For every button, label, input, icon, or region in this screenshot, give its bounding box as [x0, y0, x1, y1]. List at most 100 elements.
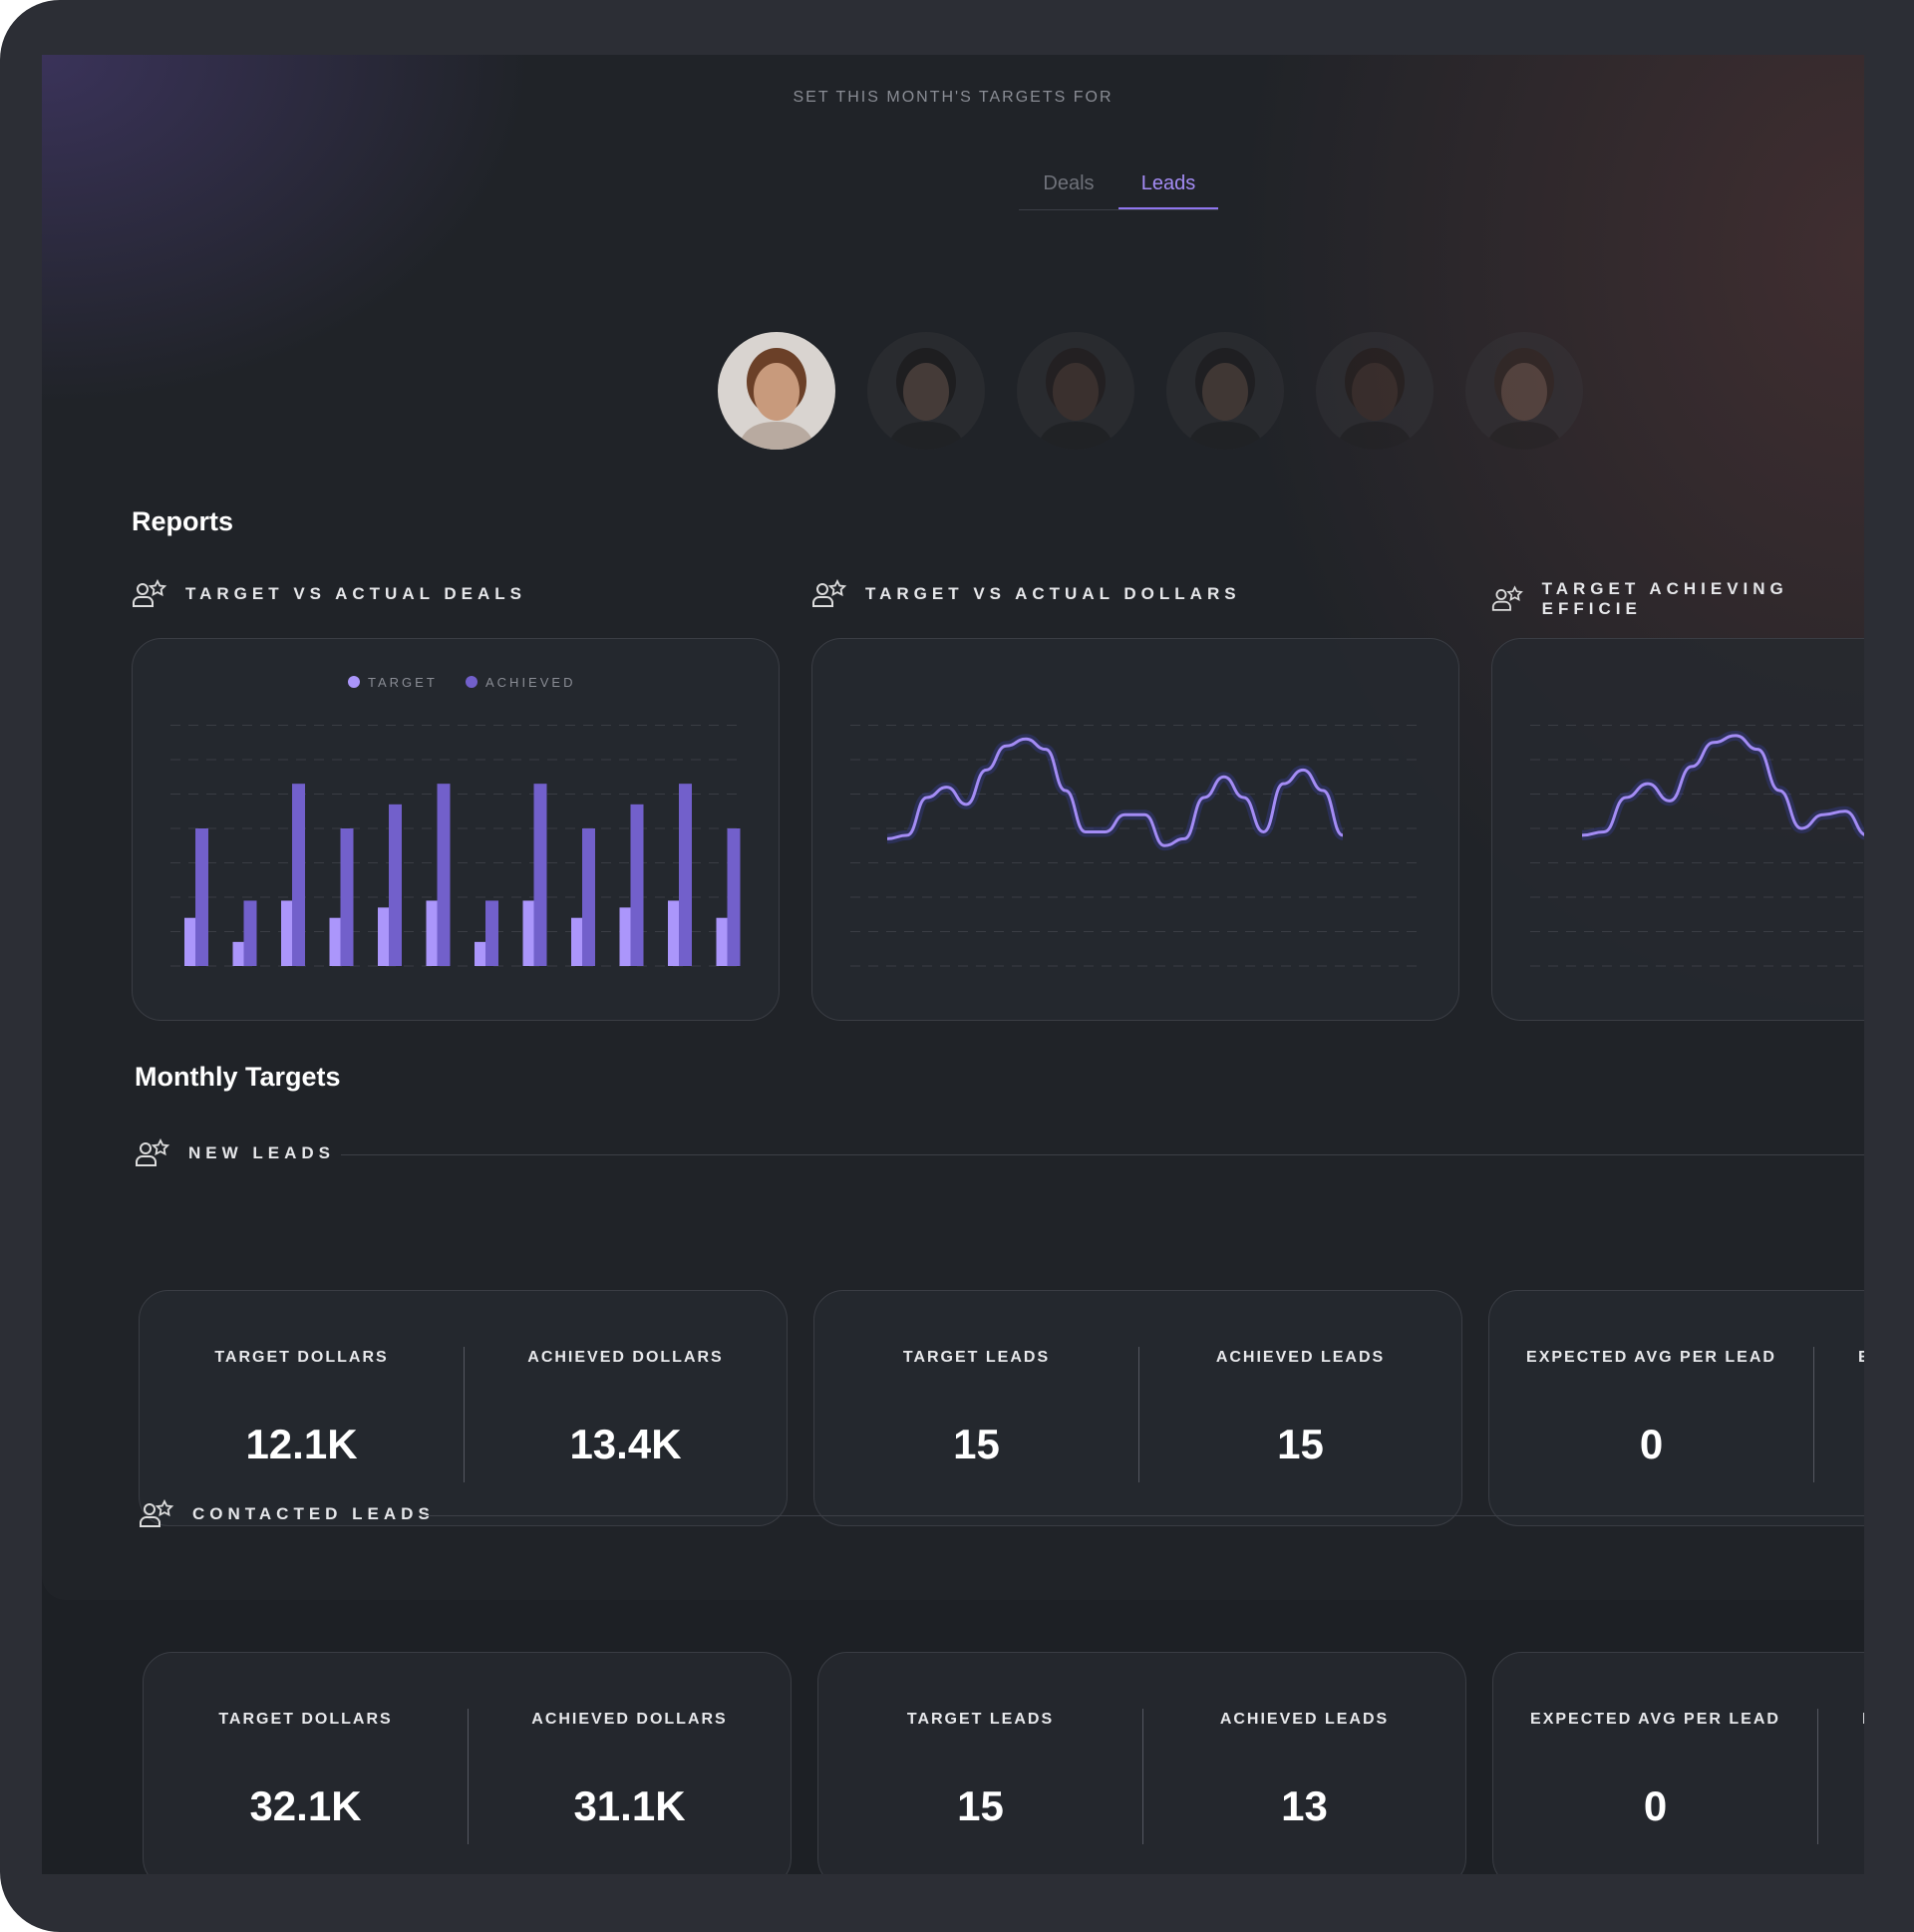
stat-value: 15 — [957, 1782, 1004, 1829]
stat-label: E — [1813, 1349, 1864, 1367]
device-frame: SET THIS MONTH'S TARGETS FOR Deals Leads… — [0, 0, 1914, 1932]
avatar-image — [1017, 332, 1134, 450]
targets-overline: SET THIS MONTH'S TARGETS FOR — [793, 89, 1114, 106]
group-header: NEW LEADS — [135, 1138, 335, 1168]
avatar-image — [867, 332, 985, 450]
legend-label: ACHIEVED — [485, 675, 575, 690]
app-screen: SET THIS MONTH'S TARGETS FOR Deals Leads… — [42, 55, 1864, 1874]
user-star-icon — [133, 579, 167, 607]
dollars-chart-card — [811, 638, 1459, 1021]
bar-achieved — [340, 828, 354, 966]
stat: EXPECTED AVG PER LEAD 0 — [1489, 1291, 1813, 1525]
avatar-team-member-4[interactable] — [1166, 332, 1284, 450]
stat-value: 15 — [1277, 1421, 1324, 1467]
deals-chart-card: TARGET ACHIEVED — [132, 638, 780, 1021]
avatar-image — [1465, 332, 1583, 450]
stat-label: TARGET DOLLARS — [214, 1349, 389, 1366]
stat-card: EXPECTED AVG PER LEAD 0 E — [1488, 1290, 1864, 1526]
stat: ACHIEVED DOLLARS 31.1K — [468, 1653, 792, 1874]
legend-swatch — [348, 676, 360, 688]
avatar-image — [718, 332, 835, 450]
bar-target — [668, 900, 679, 966]
stat-card: TARGET LEADS 15 ACHIEVED LEADS 15 — [813, 1290, 1462, 1526]
stat: TARGET LEADS 15 — [818, 1653, 1142, 1874]
group-header: CONTACTED LEADS — [139, 1499, 435, 1529]
stat-label: TARGET LEADS — [906, 1711, 1055, 1728]
stat-card: TARGET DOLLARS 12.1K ACHIEVED DOLLARS 13.4K — [139, 1290, 788, 1526]
bar-achieved — [292, 784, 305, 966]
user-star-icon — [140, 1499, 174, 1527]
divider — [341, 1154, 1864, 1155]
stat-card: TARGET LEADS 15 ACHIEVED LEADS 13 — [817, 1652, 1466, 1874]
avatar-team-member-2[interactable] — [867, 332, 985, 450]
stat-value: 31.1K — [573, 1782, 686, 1829]
stat-label: ACHIEVED DOLLARS — [527, 1349, 724, 1366]
stat-label: E — [1817, 1711, 1864, 1729]
bar-target — [281, 900, 292, 966]
stat-label: ACHIEVED DOLLARS — [531, 1711, 728, 1728]
bar-target — [232, 941, 244, 966]
stat-label: ACHIEVED LEADS — [1215, 1349, 1386, 1366]
stat-divider — [1813, 1347, 1814, 1482]
reports-title: Reports — [132, 506, 234, 536]
stat-value: 13.4K — [569, 1421, 682, 1467]
stat: ACHIEVED LEADS 15 — [1138, 1291, 1462, 1525]
bar-target — [475, 941, 485, 966]
bar-target — [716, 917, 728, 966]
stat-value: 15 — [953, 1421, 1000, 1467]
avatar-team-member-5[interactable] — [1316, 332, 1434, 450]
legend-label: TARGET — [368, 675, 438, 690]
stat-label: TARGET DOLLARS — [218, 1711, 393, 1728]
bar-target — [184, 917, 195, 966]
avatar-image — [1166, 332, 1284, 450]
bar-achieved — [727, 828, 741, 966]
bar-achieved — [533, 784, 547, 966]
stat-value: 0 — [1639, 1421, 1664, 1467]
avatar-team-member-6[interactable] — [1465, 332, 1583, 450]
stat: TARGET DOLLARS 12.1K — [140, 1291, 464, 1525]
legend-swatch — [466, 676, 478, 688]
target-type-tabs: Deals Leads — [1019, 155, 1218, 210]
stat-value: 13 — [1281, 1782, 1328, 1829]
target-vs-actual-dollars-chart — [850, 725, 1423, 967]
stat: ACHIEVED LEADS 13 — [1142, 1653, 1466, 1874]
stat-divider — [1138, 1347, 1139, 1482]
bar-target — [619, 907, 631, 966]
stat-divider — [1142, 1709, 1143, 1844]
stat: TARGET DOLLARS 32.1K — [144, 1653, 468, 1874]
monthly-targets-title: Monthly Targets — [135, 1062, 341, 1092]
bar-target — [378, 907, 389, 966]
efficiency-chart-card — [1491, 638, 1864, 1021]
stat-card: TARGET DOLLARS 32.1K ACHIEVED DOLLARS 31.1K — [143, 1652, 792, 1874]
bar-achieved — [389, 804, 402, 966]
group-title: CONTACTED LEADS — [192, 1504, 435, 1523]
bar-achieved — [679, 784, 692, 966]
tab-deals[interactable]: Deals — [1019, 155, 1118, 209]
series-glow — [1581, 730, 1864, 840]
tab-leads[interactable]: Leads — [1118, 155, 1218, 209]
divider — [424, 1515, 1864, 1516]
stat: E — [1813, 1291, 1864, 1525]
bar-target — [522, 900, 534, 966]
stat-value: 0 — [1643, 1782, 1668, 1829]
stat: EXPECTED AVG PER LEAD 0 — [1493, 1653, 1817, 1874]
stat-card: EXPECTED AVG PER LEAD 0 E — [1492, 1652, 1864, 1874]
chart-title: TARGET VS ACTUAL DOLLARS — [865, 584, 1241, 603]
stat-label: ACHIEVED LEADS — [1219, 1711, 1390, 1728]
stat-label: EXPECTED AVG PER LEAD — [1526, 1349, 1776, 1366]
target-achieving-efficiency-chart — [1530, 725, 1864, 967]
series-line — [1581, 734, 1864, 837]
stat-divider — [464, 1347, 465, 1482]
user-star-icon — [136, 1138, 170, 1166]
stat-label: EXPECTED AVG PER LEAD — [1530, 1711, 1780, 1728]
bar-achieved — [243, 900, 257, 966]
user-star-icon — [812, 579, 847, 607]
avatar-team-member-3[interactable] — [1017, 332, 1134, 450]
stat: E — [1817, 1653, 1864, 1874]
chart-title: TARGET ACHIEVING EFFICIE — [1541, 579, 1788, 618]
avatar-team-member-1[interactable] — [718, 332, 835, 450]
user-star-icon — [1491, 585, 1523, 611]
avatar-image — [1316, 332, 1434, 450]
bar-achieved — [437, 784, 451, 966]
stat-divider — [1817, 1709, 1818, 1844]
